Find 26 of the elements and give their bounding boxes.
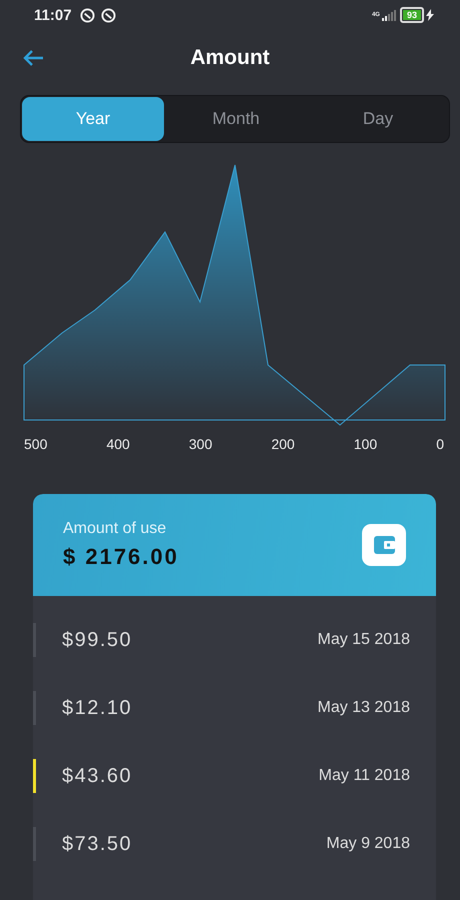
status-time: 11:07 [34,6,72,24]
axis-label: 500 [24,436,48,452]
period-tab[interactable]: Month [165,96,307,142]
transaction-date: May 13 2018 [317,699,410,717]
axis-label: 300 [188,436,212,452]
battery-indicator: 93 [400,7,424,23]
period-tab[interactable]: Day [307,96,449,142]
charging-icon [426,9,434,21]
transaction-amount: $12.10 [62,696,134,720]
summary-label: Amount of use [63,520,168,538]
back-arrow-icon[interactable] [22,48,44,66]
signal-icon [382,10,396,20]
transaction-amount: $43.60 [62,764,134,788]
transaction-date: May 15 2018 [317,631,410,649]
transaction-amount: $99.50 [62,628,134,652]
transaction-amount: $73.50 [62,832,134,856]
transaction-date: May 9 2018 [326,835,410,853]
period-tab[interactable]: Year [21,96,165,142]
wallet-icon[interactable] [362,524,406,566]
axis-label: 200 [271,436,295,452]
transaction-date: May 11 2018 [318,767,410,785]
axis-label: 100 [354,436,378,452]
axis-label: 0 [436,436,444,452]
total-amount: $ 2176.00 [63,544,180,570]
axis-label: 400 [106,436,130,452]
page-title: Amount [190,46,270,68]
